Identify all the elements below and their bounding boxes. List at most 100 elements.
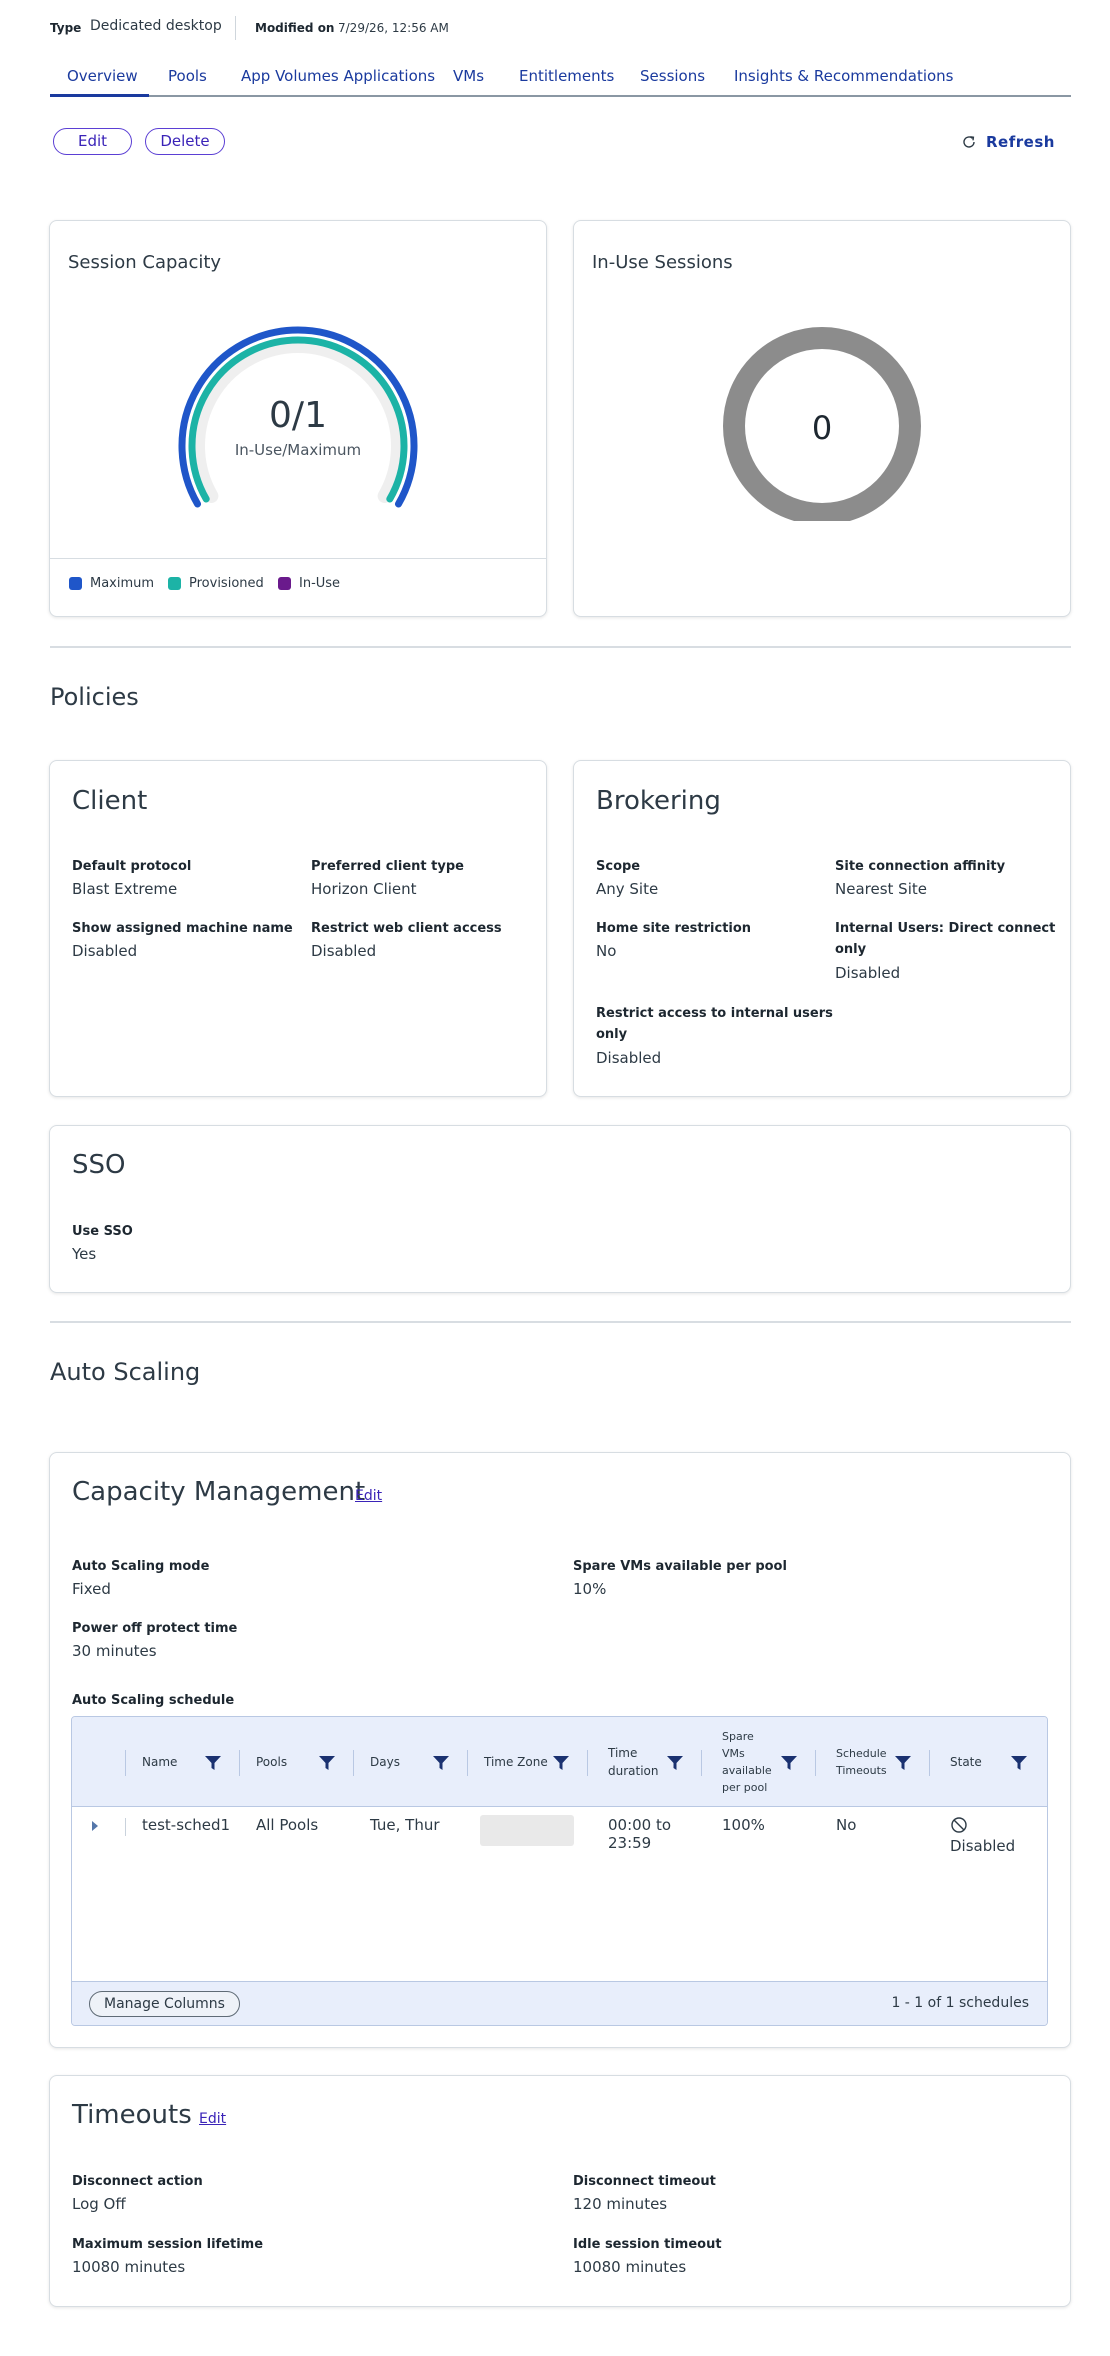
header-days[interactable]: Days — [370, 1717, 400, 1807]
header-time-zone[interactable]: Time Zone — [484, 1717, 548, 1807]
auto-scaling-heading: Auto Scaling — [50, 1358, 201, 1386]
filter-icon[interactable] — [318, 1754, 336, 1772]
table-footer: Manage Columns 1 - 1 of 1 schedules — [72, 1981, 1047, 2025]
use-sso-value: Yes — [72, 1245, 97, 1263]
header-spare-line2: VMs — [722, 1747, 745, 1760]
internal-direct-value: Disabled — [835, 964, 901, 982]
column-separator — [815, 1750, 816, 1776]
filter-icon[interactable] — [780, 1754, 798, 1772]
tab-app-volumes[interactable]: App Volumes Applications — [241, 67, 435, 85]
capacity-edit-link[interactable]: Edit — [355, 1488, 382, 1504]
filter-icon[interactable] — [432, 1754, 450, 1772]
header-state[interactable]: State — [950, 1717, 982, 1807]
manage-columns-button[interactable]: Manage Columns — [89, 1991, 240, 2017]
scope-value: Any Site — [596, 880, 659, 898]
column-separator — [353, 1750, 354, 1776]
disconnect-action-label: Disconnect action — [72, 2174, 203, 2189]
tab-vms[interactable]: VMs — [453, 67, 484, 85]
legend-swatch-provisioned — [168, 577, 181, 590]
cell-spare: 100% — [722, 1816, 765, 1834]
timeouts-edit-link[interactable]: Edit — [199, 2111, 226, 2127]
timeouts-title: Timeouts — [72, 2100, 192, 2130]
auto-scaling-mode-label: Auto Scaling mode — [72, 1559, 210, 1574]
refresh-label: Refresh — [986, 133, 1055, 151]
session-capacity-card: Session Capacity 0/1 In-Use/Maximum Maxi… — [49, 220, 547, 617]
show-machine-label: Show assigned machine name — [72, 921, 293, 936]
section-divider — [50, 646, 1071, 648]
row-separator — [125, 1818, 126, 1836]
filter-icon[interactable] — [204, 1754, 222, 1772]
default-protocol-label: Default protocol — [72, 859, 192, 874]
filter-icon[interactable] — [552, 1754, 570, 1772]
header-spare-line1: Spare — [722, 1730, 754, 1743]
schedule-table: Name Pools Days Time Zone Time duration … — [71, 1716, 1048, 2026]
restrict-web-label: Restrict web client access — [311, 921, 502, 936]
sso-title: SSO — [72, 1150, 126, 1180]
auto-scaling-schedule-label: Auto Scaling schedule — [72, 1693, 235, 1708]
disconnect-action-value: Log Off — [72, 2195, 126, 2213]
cell-time-line1: 00:00 to — [608, 1816, 672, 1834]
cell-time-zone-redacted — [480, 1815, 574, 1846]
tab-pools[interactable]: Pools — [168, 67, 207, 85]
header-time-duration-line2: duration — [608, 1764, 659, 1778]
auto-scaling-mode-value: Fixed — [72, 1580, 111, 1598]
meta-divider — [235, 16, 236, 40]
tab-overview[interactable]: Overview — [67, 67, 138, 85]
legend-label-maximum: Maximum — [90, 576, 155, 591]
max-session-lifetime-label: Maximum session lifetime — [72, 2237, 264, 2252]
tab-bar: Overview Pools App Volumes Applications … — [50, 63, 1071, 97]
gauge-caption: In-Use/Maximum — [235, 441, 361, 459]
header-schedule-timeouts[interactable]: Schedule Timeouts — [836, 1717, 887, 1807]
legend-provisioned: Provisioned — [168, 576, 264, 591]
legend-swatch-in-use — [278, 577, 291, 590]
header-sched-line2: Timeouts — [836, 1764, 887, 1777]
legend-label-provisioned: Provisioned — [189, 576, 264, 591]
edit-button[interactable]: Edit — [53, 128, 132, 155]
legend-label-in-use: In-Use — [299, 576, 341, 591]
preferred-client-label: Preferred client type — [311, 859, 464, 874]
table-header: Name Pools Days Time Zone Time duration … — [72, 1717, 1047, 1807]
header-spare-vms[interactable]: Spare VMs available per pool — [722, 1717, 772, 1807]
preferred-client-value: Horizon Client — [311, 880, 417, 898]
column-separator — [587, 1750, 588, 1776]
expand-row-icon[interactable] — [91, 1821, 99, 1831]
pagination-summary: 1 - 1 of 1 schedules — [891, 1995, 1029, 2011]
header-time-duration[interactable]: Time duration — [608, 1717, 659, 1807]
column-separator — [467, 1750, 468, 1776]
internal-direct-label-line1: Internal Users: Direct connect — [835, 921, 1056, 936]
legend-swatch-maximum — [69, 577, 82, 590]
timeouts-card: Timeouts Edit Disconnect action Log Off … — [49, 2075, 1071, 2307]
tab-insights[interactable]: Insights & Recommendations — [734, 67, 954, 85]
filter-icon[interactable] — [894, 1754, 912, 1772]
table-row[interactable]: test-sched1 All Pools Tue, Thur 00:00 to… — [72, 1808, 1047, 1868]
legend-in-use: In-Use — [278, 576, 340, 591]
section-divider — [50, 1321, 1071, 1323]
spare-vms-label: Spare VMs available per pool — [573, 1559, 787, 1574]
filter-icon[interactable] — [666, 1754, 684, 1772]
gauge-value: 0/1 — [269, 395, 327, 436]
cell-time-line2: 23:59 — [608, 1834, 652, 1852]
header-spare-line3: available — [722, 1764, 772, 1777]
column-separator — [929, 1750, 930, 1776]
column-separator — [125, 1750, 126, 1776]
idle-session-timeout-label: Idle session timeout — [573, 2237, 722, 2252]
modified-value: 7/29/26, 12:56 AM — [338, 21, 449, 35]
header-time-duration-line1: Time — [608, 1746, 638, 1760]
header-name[interactable]: Name — [142, 1717, 177, 1807]
home-site-value: No — [596, 942, 617, 960]
tab-sessions[interactable]: Sessions — [640, 67, 705, 85]
client-title: Client — [72, 786, 148, 816]
tab-entitlements[interactable]: Entitlements — [519, 67, 614, 85]
max-session-lifetime-value: 10080 minutes — [72, 2258, 186, 2276]
spare-vms-value: 10% — [573, 1580, 607, 1598]
disconnect-timeout-value: 120 minutes — [573, 2195, 668, 2213]
restrict-web-value: Disabled — [311, 942, 377, 960]
active-tab-indicator — [50, 94, 149, 97]
filter-icon[interactable] — [1010, 1754, 1028, 1772]
policies-heading: Policies — [50, 683, 139, 711]
internal-direct-label-line2: only — [835, 942, 867, 957]
refresh-button[interactable]: Refresh — [961, 131, 1055, 153]
delete-button[interactable]: Delete — [145, 128, 225, 155]
header-sched-line1: Schedule — [836, 1747, 887, 1760]
header-pools[interactable]: Pools — [256, 1717, 287, 1807]
